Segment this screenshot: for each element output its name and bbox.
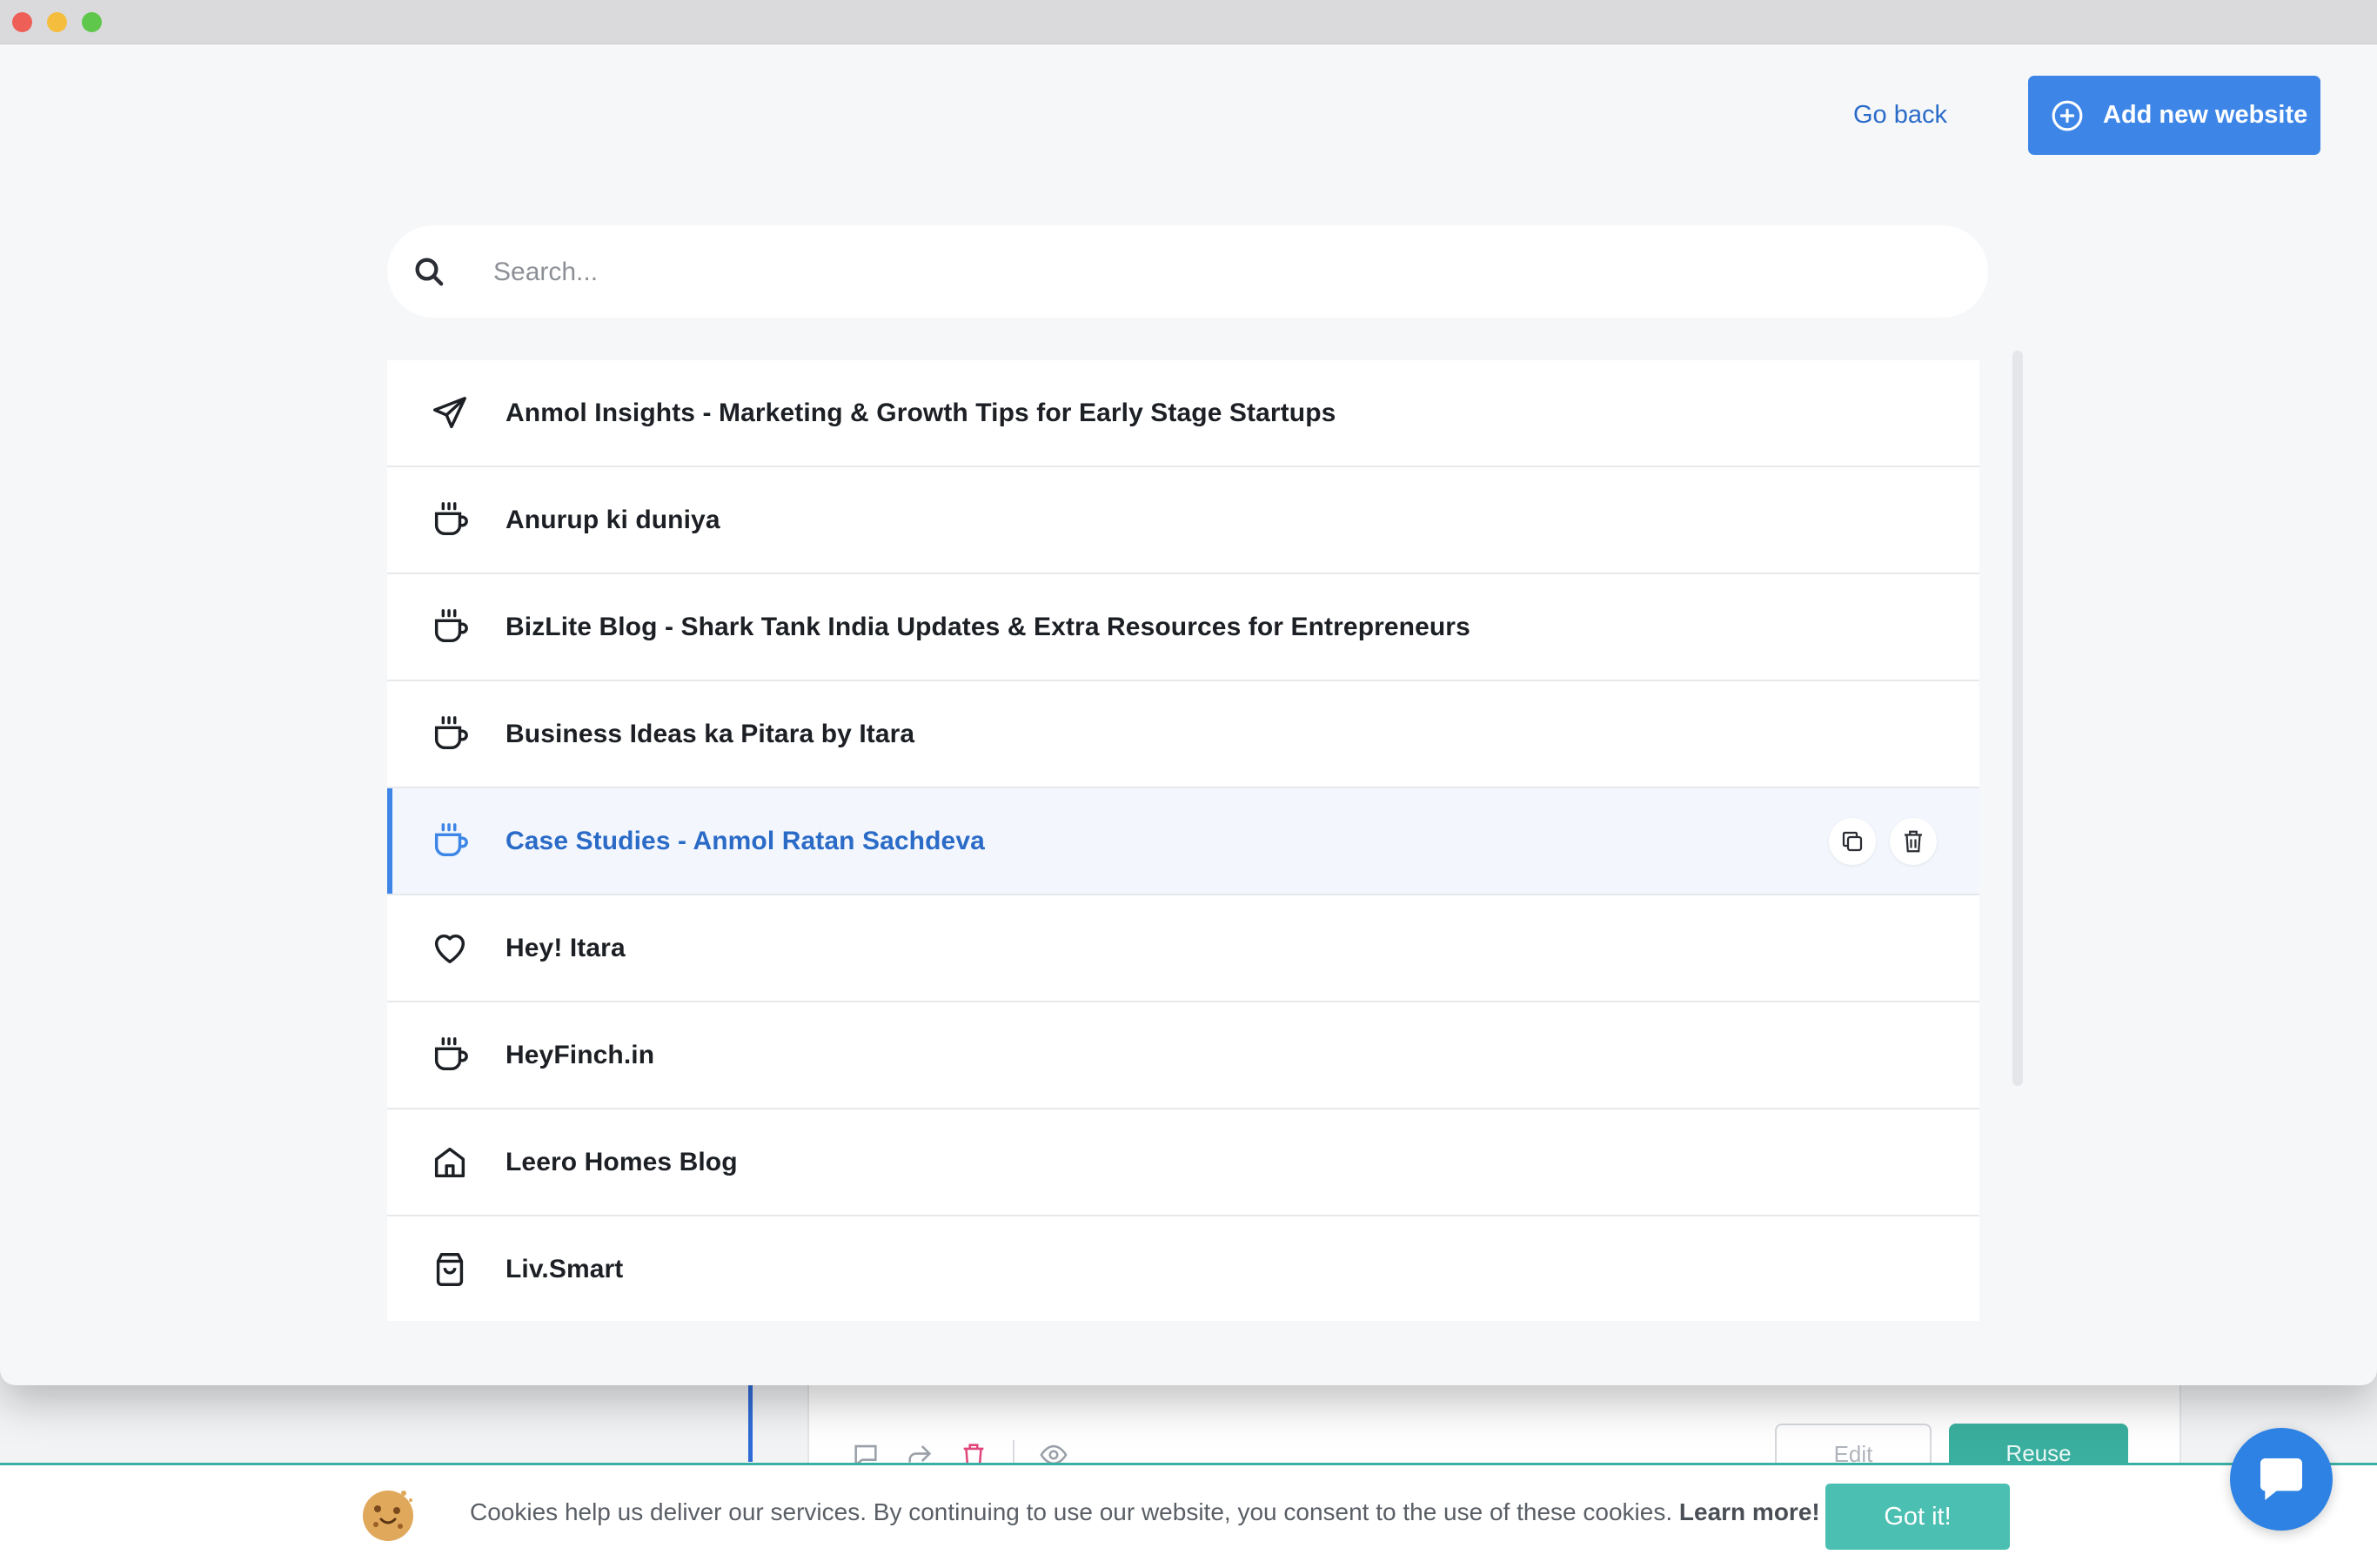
website-item-leero-homes[interactable]: Leero Homes Blog bbox=[387, 1109, 1979, 1216]
website-item-label: BizLite Blog - Shark Tank India Updates … bbox=[506, 612, 1470, 641]
search-bar bbox=[387, 225, 1988, 319]
website-item-anmol-insights[interactable]: Anmol Insights - Marketing & Growth Tips… bbox=[387, 360, 1979, 467]
heart-icon bbox=[430, 928, 470, 968]
coffee-cup-icon bbox=[430, 500, 470, 540]
website-item-label: Anurup ki duniya bbox=[506, 505, 720, 534]
website-item-label: Hey! Itara bbox=[506, 933, 626, 962]
add-new-website-label: Add new website bbox=[2103, 101, 2308, 129]
search-input[interactable] bbox=[492, 225, 1965, 319]
home-icon bbox=[430, 1142, 470, 1183]
coffee-cup-icon bbox=[430, 607, 470, 647]
trash-icon bbox=[1905, 830, 1922, 853]
website-item-liv-smart[interactable]: Liv.Smart bbox=[387, 1216, 1979, 1321]
website-item-heyfinch[interactable]: HeyFinch.in bbox=[387, 1002, 1979, 1109]
website-item-anurup-ki-duniya[interactable]: Anurup ki duniya bbox=[387, 467, 1979, 574]
websites-window: Go back Add new website Anmol Insights -… bbox=[0, 0, 2377, 1385]
cookie-icon bbox=[358, 1484, 418, 1544]
chat-button[interactable] bbox=[2230, 1428, 2333, 1531]
paper-plane-icon bbox=[430, 393, 470, 433]
window-titlebar bbox=[0, 0, 2377, 44]
go-back-link[interactable]: Go back bbox=[1853, 96, 1947, 134]
website-item-label: Business Ideas ka Pitara by Itara bbox=[506, 719, 915, 748]
website-item-business-ideas[interactable]: Business Ideas ka Pitara by Itara bbox=[387, 681, 1979, 788]
website-item-bizlite-blog[interactable]: BizLite Blog - Shark Tank India Updates … bbox=[387, 574, 1979, 681]
plus-circle-icon bbox=[2051, 99, 2084, 132]
website-item-hey-itara[interactable]: Hey! Itara bbox=[387, 895, 1979, 1002]
cookie-message-text: Cookies help us deliver our services. By… bbox=[470, 1498, 1673, 1525]
website-item-label: Leero Homes Blog bbox=[506, 1147, 738, 1176]
coffee-cup-icon bbox=[430, 1035, 470, 1075]
list-scrollbar[interactable] bbox=[2012, 351, 2023, 1086]
learn-more-link[interactable]: Learn more! bbox=[1679, 1498, 1820, 1525]
delete-button[interactable] bbox=[1890, 818, 1937, 865]
coffee-cup-icon bbox=[430, 821, 470, 861]
website-item-case-studies[interactable]: Case Studies - Anmol Ratan Sachdeva bbox=[387, 788, 1979, 895]
duplicate-button[interactable] bbox=[1829, 818, 1876, 865]
copy-icon bbox=[1842, 831, 1863, 852]
chat-bubble-icon bbox=[2260, 1458, 2302, 1500]
search-icon bbox=[412, 254, 446, 289]
close-window-button[interactable] bbox=[12, 12, 32, 32]
coffee-cup-icon bbox=[430, 714, 470, 754]
website-list: Anmol Insights - Marketing & Growth Tips… bbox=[387, 360, 1979, 1321]
website-item-label: Liv.Smart bbox=[506, 1254, 624, 1283]
cookie-message: Cookies help us deliver our services. By… bbox=[470, 1498, 1820, 1526]
website-item-label: HeyFinch.in bbox=[506, 1040, 655, 1069]
website-item-label: Anmol Insights - Marketing & Growth Tips… bbox=[506, 398, 1336, 427]
zoom-window-button[interactable] bbox=[82, 12, 102, 32]
cookie-banner: Cookies help us deliver our services. By… bbox=[0, 1463, 2377, 1568]
add-new-website-button[interactable]: Add new website bbox=[2028, 76, 2320, 155]
row-actions bbox=[1829, 818, 1937, 865]
website-item-label: Case Studies - Anmol Ratan Sachdeva bbox=[506, 826, 985, 855]
minimize-window-button[interactable] bbox=[47, 12, 67, 32]
shopping-bag-icon bbox=[430, 1250, 470, 1290]
got-it-button[interactable]: Got it! bbox=[1825, 1484, 2010, 1550]
